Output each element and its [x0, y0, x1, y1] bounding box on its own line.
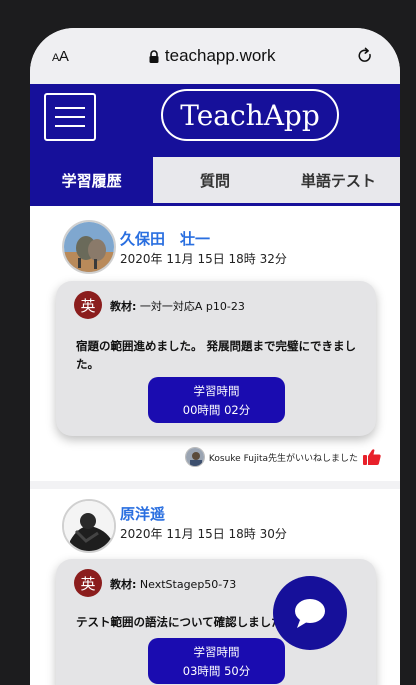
chat-bubble-icon	[295, 599, 325, 628]
material-text: 教材: 一対一対応A p10-23	[110, 298, 245, 314]
avatar	[184, 447, 205, 467]
hamburger-icon-line	[55, 107, 85, 109]
browser-url-bar[interactable]: AA teachapp.work	[30, 28, 400, 84]
study-time-label: 学習時間	[193, 383, 240, 398]
hamburger-icon-line	[55, 116, 85, 118]
thumbs-up-icon[interactable]	[362, 448, 382, 466]
tab-bar: 学習履歴 質問 単語テスト	[30, 157, 400, 206]
subject-badge: 英	[74, 291, 102, 319]
feed-post: 原洋遥 2020年 11月 15日 18時 30分 英 教材: NextStag…	[30, 489, 400, 685]
url-text: teachapp.work	[164, 46, 276, 65]
address-field[interactable]: teachapp.work	[149, 46, 276, 66]
hamburger-menu-button[interactable]	[44, 93, 96, 141]
study-card: 英 教材: 一対一対応A p10-23 宿題の範囲進めました。 発展問題まで完璧…	[56, 281, 376, 436]
phone-screen: AA teachapp.work TeachApp 学習履歴 質問 単語テスト …	[30, 28, 400, 685]
material-value: 一対一対応A p10-23	[139, 300, 245, 313]
reload-icon[interactable]	[356, 47, 374, 65]
post-date: 2020年 11月 15日 18時 30分	[120, 527, 287, 541]
phone-frame: AA teachapp.work TeachApp 学習履歴 質問 単語テスト …	[0, 0, 416, 685]
avatar[interactable]	[62, 499, 116, 553]
avatar-photo	[64, 222, 114, 272]
author-name[interactable]: 久保田 壮一	[120, 228, 210, 249]
study-time-label: 学習時間	[193, 644, 240, 659]
avatar-photo	[64, 501, 114, 551]
material-text: 教材: NextStagep50-73	[110, 576, 236, 592]
chat-button[interactable]	[273, 576, 347, 650]
study-time-value: 00時間 02分	[182, 402, 251, 417]
avatar[interactable]	[62, 220, 116, 274]
material-label: 教材:	[110, 300, 137, 313]
tab-study-history[interactable]: 学習履歴	[30, 157, 154, 203]
study-time-button[interactable]: 学習時間 00時間 02分	[148, 377, 285, 423]
text-size-button[interactable]: AA	[52, 48, 69, 65]
like-row: Kosuke Fujita先生がいいねしました	[184, 447, 382, 467]
study-comment: 宿題の範囲進めました。 発展問題まで完璧にできました。	[76, 339, 357, 371]
like-text: Kosuke Fujita先生がいいねしました	[208, 453, 358, 464]
study-time-value: 03時間 50分	[182, 663, 251, 678]
feed-post: 久保田 壮一 2020年 11月 15日 18時 32分 英 教材: 一対一対応…	[30, 206, 400, 481]
material-value: NextStagep50-73	[139, 578, 237, 591]
hamburger-icon-line	[55, 125, 85, 127]
subject-badge: 英	[74, 569, 102, 597]
teacher-avatar-photo	[185, 448, 204, 466]
brand-logo[interactable]: TeachApp	[161, 89, 339, 141]
material-label: 教材:	[110, 578, 137, 591]
post-date: 2020年 11月 15日 18時 32分	[120, 252, 287, 266]
tab-vocab-test[interactable]: 単語テスト	[277, 157, 400, 203]
tab-questions[interactable]: 質問	[153, 157, 276, 203]
study-time-button[interactable]: 学習時間 03時間 50分	[148, 638, 285, 684]
author-name[interactable]: 原洋遥	[120, 503, 165, 524]
lock-icon	[149, 49, 159, 63]
